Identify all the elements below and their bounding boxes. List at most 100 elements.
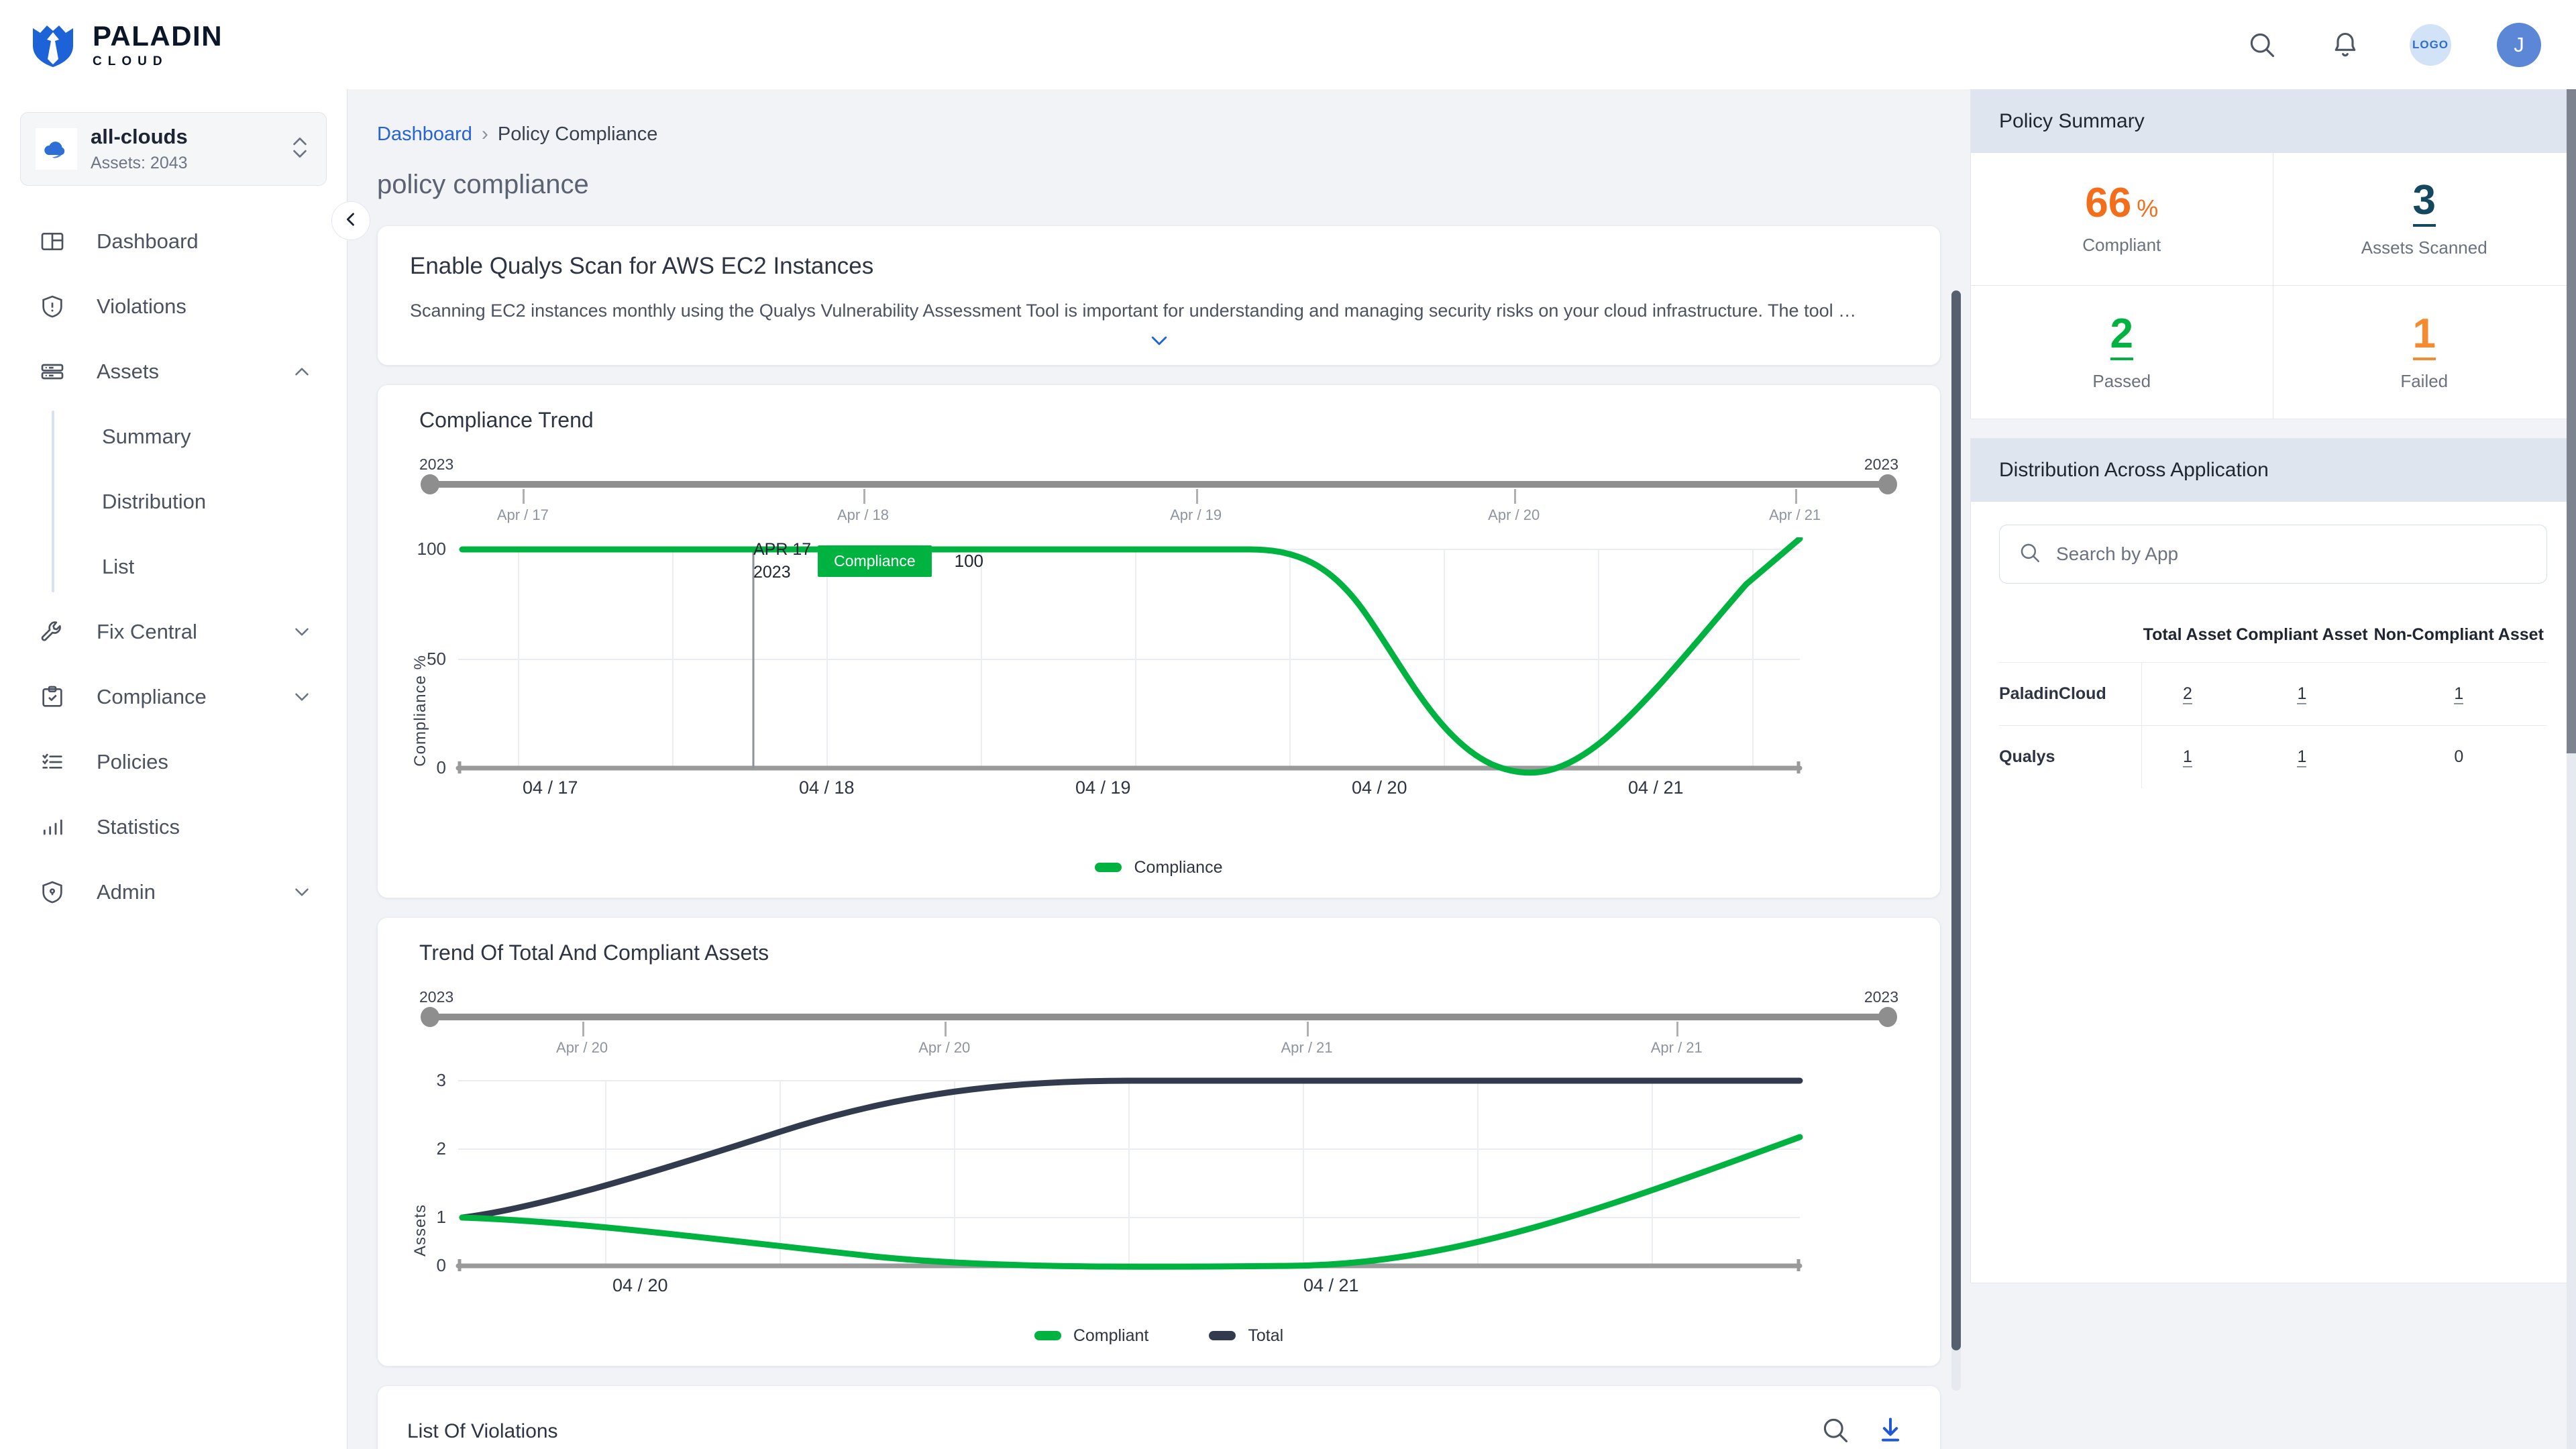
search-icon xyxy=(2019,541,2041,568)
right-panel-scrollbar-thumb[interactable] xyxy=(2567,89,2576,753)
svg-text:1: 1 xyxy=(437,1207,446,1227)
sidebar-item-policies[interactable]: Policies xyxy=(0,729,347,794)
summary-cell-compliant: 66% Compliant xyxy=(1971,153,2273,286)
cell-non-compliant-asset: 0 xyxy=(2454,747,2464,766)
summary-value[interactable]: 3 xyxy=(2412,180,2436,227)
main-content: Dashboard › Policy Compliance policy com… xyxy=(347,89,1970,1449)
summary-cell-failed: 1 Failed xyxy=(2273,286,2576,419)
slider-handle-start[interactable] xyxy=(421,1006,439,1027)
breadcrumb-dashboard-link[interactable]: Dashboard xyxy=(377,123,472,146)
svg-text:0: 0 xyxy=(437,1255,446,1275)
legend-item-total[interactable]: Total xyxy=(1209,1326,1283,1346)
compliance-y-axis-title: Compliance % xyxy=(411,654,429,767)
breadcrumb-separator: › xyxy=(481,123,488,145)
distribution-table: Total Asset Compliant Asset Non-Complian… xyxy=(1999,625,2547,788)
sidebar-nav: Dashboard Violations Assets Summary Dist… xyxy=(0,209,347,924)
legend-item-compliance[interactable]: Compliance xyxy=(1095,858,1223,877)
chevron-left-icon xyxy=(341,210,360,232)
x-tick-label: 04 / 17 xyxy=(523,777,578,798)
sidebar-item-compliance[interactable]: Compliance xyxy=(0,664,347,729)
tenant-logo-badge[interactable]: LOGO xyxy=(2410,23,2451,66)
chevron-up-icon[interactable] xyxy=(290,360,313,383)
slider-handle-start[interactable] xyxy=(421,474,439,494)
paladin-shield-icon xyxy=(30,21,76,68)
distribution-body: Total Asset Compliant Asset Non-Complian… xyxy=(1971,502,2575,802)
sidebar-collapse-button[interactable] xyxy=(331,201,370,240)
policy-title: Enable Qualys Scan for AWS EC2 Instances xyxy=(410,253,874,279)
search-by-app-input[interactable] xyxy=(2056,543,2528,565)
search-icon[interactable] xyxy=(1821,1415,1850,1448)
wrench-icon xyxy=(38,617,67,647)
sidebar-item-summary[interactable]: Summary xyxy=(0,404,347,469)
sidebar-item-statistics[interactable]: Statistics xyxy=(0,794,347,859)
compliance-trend-legend: Compliance xyxy=(405,858,1913,877)
sidebar-item-assets[interactable]: Assets xyxy=(0,339,347,404)
chevron-down-icon[interactable] xyxy=(290,686,313,708)
sidebar-item-list[interactable]: List xyxy=(0,534,347,599)
slider-handle-end[interactable] xyxy=(1878,1006,1897,1027)
main-scrollbar-thumb[interactable] xyxy=(1951,290,1961,1350)
table-header-row: Total Asset Compliant Asset Non-Complian… xyxy=(1999,625,2547,663)
x-tick-label: 04 / 20 xyxy=(612,1275,668,1295)
assets-trend-legend: Compliant Total xyxy=(405,1326,1913,1346)
svg-text:0: 0 xyxy=(437,757,446,777)
brand-logo[interactable]: PALADIN CLOUD xyxy=(30,21,223,68)
sidebar-item-label: Violations xyxy=(97,294,186,318)
summary-cell-passed: 2 Passed xyxy=(1971,286,2273,419)
slider-tick-label: Apr / 21 xyxy=(1769,506,1821,523)
summary-label: Assets Scanned xyxy=(2361,237,2487,258)
sidebar-item-label: Assets xyxy=(97,359,160,383)
legend-label: Total xyxy=(1248,1326,1284,1345)
policy-expand-button[interactable] xyxy=(410,332,1908,353)
summary-value[interactable]: 2 xyxy=(2110,313,2133,360)
sidebar-subitem-label: List xyxy=(102,554,135,578)
slider-handle-end[interactable] xyxy=(1878,474,1897,494)
sidebar-item-dashboard[interactable]: Dashboard xyxy=(0,209,347,274)
slider-tick-label: Apr / 18 xyxy=(837,506,890,523)
distribution-card: Distribution Across Application Total As… xyxy=(1970,438,2576,1283)
right-panel: Policy Summary 66% Compliant 3 Assets Sc… xyxy=(1970,89,2576,1449)
tooltip-series-label: Compliance xyxy=(818,545,932,578)
notification-bell-icon[interactable] xyxy=(2326,26,2364,64)
assets-trend-date-slider[interactable]: 2023 2023 Apr / 20 Apr / 20 Apr / 21 Apr… xyxy=(419,988,1898,1059)
compliance-trend-tooltip: APR 17 2023 Compliance 100 xyxy=(753,539,983,584)
chevron-up-down-icon xyxy=(288,133,311,166)
cell-app-name: PaladinCloud xyxy=(1999,684,2106,703)
sidebar-item-fix-central[interactable]: Fix Central xyxy=(0,599,347,664)
sidebar-item-violations[interactable]: Violations xyxy=(0,274,347,339)
search-icon[interactable] xyxy=(2243,26,2281,64)
cell-compliant-asset: 1 xyxy=(2297,747,2307,767)
sidebar-item-distribution[interactable]: Distribution xyxy=(0,469,347,534)
column-header-total-asset: Total Asset xyxy=(2143,625,2232,644)
cloud-selector-assets: Assets: 2043 xyxy=(91,154,188,172)
violations-title: List Of Violations xyxy=(407,1420,558,1443)
compliance-trend-date-slider[interactable]: 2023 2023 Apr / 17 Apr / 18 Apr / 19 Apr… xyxy=(419,455,1898,527)
slider-track[interactable] xyxy=(430,480,1888,488)
legend-item-compliant[interactable]: Compliant xyxy=(1034,1326,1149,1346)
sidebar-subnav-assets: Summary Distribution List xyxy=(0,404,347,599)
compliance-trend-card: Compliance Trend 2023 2023 Apr / 17 Apr … xyxy=(377,384,1941,898)
chevron-down-icon[interactable] xyxy=(290,621,313,643)
legend-label: Compliant xyxy=(1073,1326,1149,1345)
summary-suffix: % xyxy=(2137,195,2159,222)
sidebar-item-admin[interactable]: Admin xyxy=(0,859,347,924)
slider-track[interactable] xyxy=(430,1013,1888,1020)
tooltip-date-line2: 2023 xyxy=(753,562,791,582)
download-icon[interactable] xyxy=(1876,1415,1905,1448)
x-tick-label: 04 / 21 xyxy=(1628,777,1684,798)
summary-cell-assets-scanned: 3 Assets Scanned xyxy=(2273,153,2575,286)
list-checks-icon xyxy=(38,747,67,777)
assets-trend-card: Trend Of Total And Compliant Assets 2023… xyxy=(377,916,1941,1366)
legend-swatch xyxy=(1034,1331,1061,1341)
tooltip-date-line1: APR 17 xyxy=(753,539,812,559)
avatar[interactable]: J xyxy=(2497,22,2541,67)
breadcrumb-current: Policy Compliance xyxy=(497,123,658,145)
chevron-down-icon[interactable] xyxy=(290,881,313,904)
search-by-app-box[interactable] xyxy=(1999,525,2547,584)
cell-total-asset: 2 xyxy=(2141,662,2234,726)
summary-value[interactable]: 1 xyxy=(2412,313,2436,360)
legend-swatch xyxy=(1095,863,1122,873)
top-bar-actions: LOGO J xyxy=(2243,22,2541,67)
slider-year-end: 2023 xyxy=(1864,987,1898,1006)
cloud-selector[interactable]: all-clouds Assets: 2043 xyxy=(20,112,327,186)
